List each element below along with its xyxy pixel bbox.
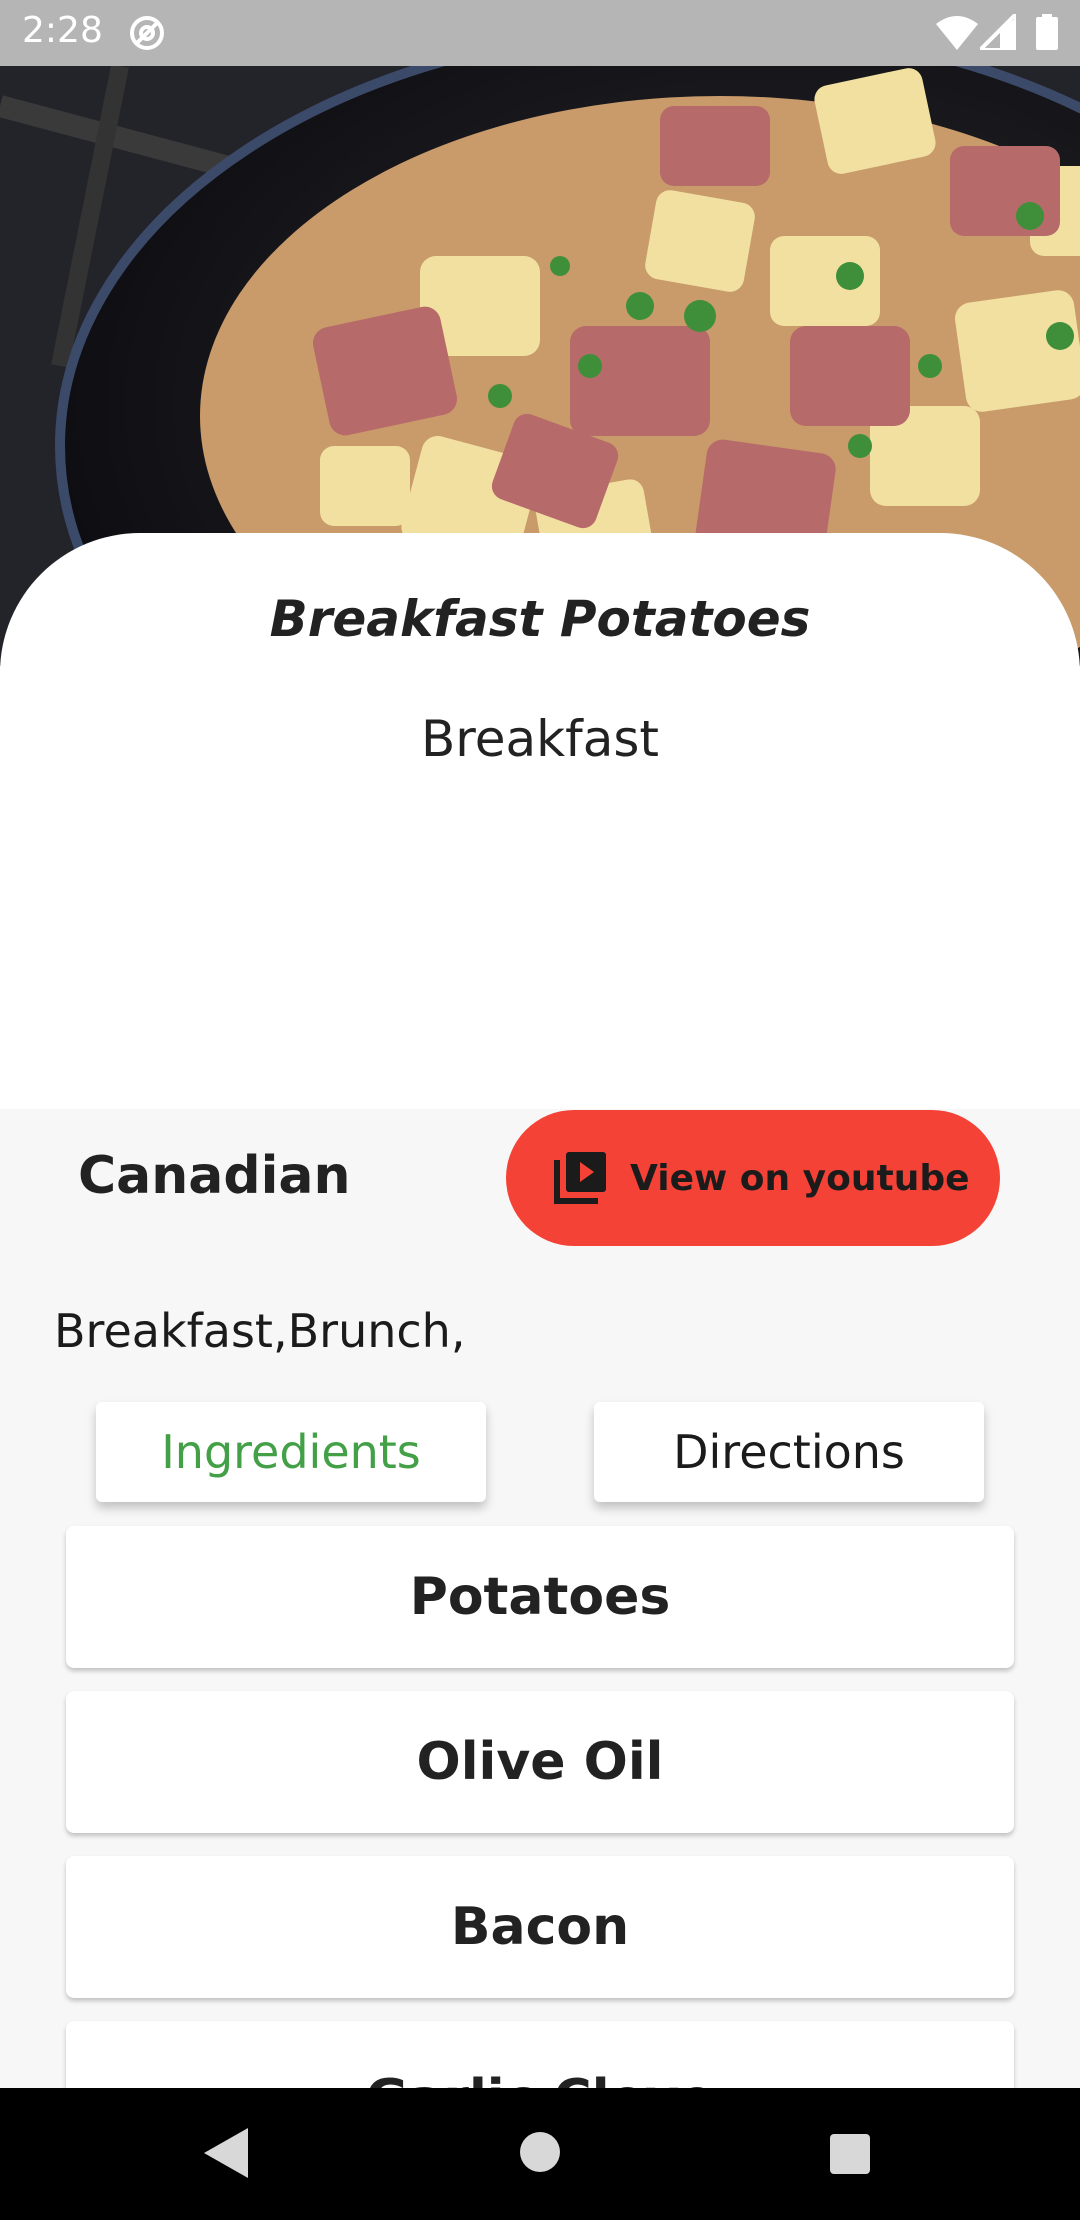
meal-area: Canadian: [78, 1146, 351, 1206]
view-on-youtube-button[interactable]: View on youtube: [506, 1110, 1000, 1246]
tab-directions[interactable]: Directions: [594, 1402, 984, 1502]
system-nav-bar: [0, 2088, 1080, 2220]
back-icon[interactable]: [204, 2128, 248, 2178]
meal-tags: Breakfast,Brunch,: [54, 1304, 466, 1358]
home-icon[interactable]: [520, 2132, 560, 2172]
video-library-icon: [554, 1152, 606, 1204]
status-time: 2:28: [22, 10, 103, 51]
battery-icon: [1036, 14, 1058, 50]
meal-title: Breakfast Potatoes: [269, 590, 811, 648]
at-sign-icon: [130, 16, 164, 50]
status-bar: 2:28: [0, 0, 1080, 66]
cell-signal-icon: [980, 14, 1016, 50]
ingredient-item: Olive Oil: [66, 1691, 1014, 1833]
meal-category: Breakfast: [420, 710, 659, 768]
recents-icon[interactable]: [830, 2134, 870, 2174]
ingredient-item: Bacon: [66, 1856, 1014, 1998]
tab-ingredients[interactable]: Ingredients: [96, 1402, 486, 1502]
wifi-icon: [936, 16, 978, 50]
ingredient-item: Potatoes: [66, 1526, 1014, 1668]
view-on-youtube-label: View on youtube: [630, 1157, 970, 1199]
